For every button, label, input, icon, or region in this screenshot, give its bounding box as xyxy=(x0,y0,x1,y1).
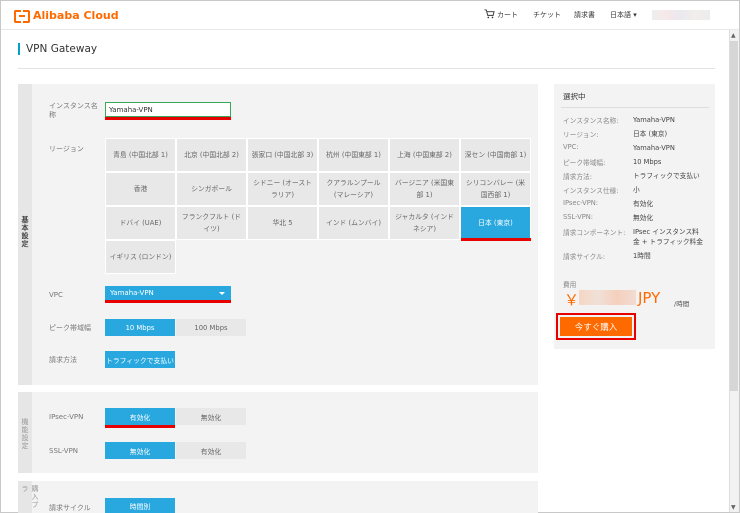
bandwidth-option-10[interactable]: 10 Mbps xyxy=(105,319,175,336)
region-option[interactable]: 上海 (中国東部 2) xyxy=(389,138,460,172)
billing-cycle-label: 請求サイクル xyxy=(49,504,91,512)
user-account-blurred[interactable] xyxy=(652,10,710,20)
purchase-plan-label: 購入プラ xyxy=(21,485,39,509)
region-option[interactable]: 杭州 (中国東部 1) xyxy=(318,138,389,172)
region-option[interactable]: シンガポール xyxy=(176,172,247,206)
price-blurred xyxy=(579,290,636,305)
ipsec-enable-button[interactable]: 有効化 xyxy=(105,408,175,425)
region-option[interactable]: 青島 (中国北部 1) xyxy=(105,138,176,172)
region-option[interactable]: 北京 (中国北部 2) xyxy=(176,138,247,172)
fee-label: 費用 xyxy=(563,281,577,289)
summary-key: VPC: xyxy=(563,143,579,151)
purchase-plan-panel xyxy=(18,481,538,513)
ipsec-disable-button[interactable]: 無効化 xyxy=(176,408,246,425)
ipsec-label: IPsec-VPN xyxy=(49,413,84,421)
logo-text: Alibaba Cloud xyxy=(33,9,119,22)
summary-key: インスタンス仕様: xyxy=(563,187,619,195)
region-option[interactable]: フランクフルト (ドイツ) xyxy=(176,206,247,240)
ssl-enable-button[interactable]: 有効化 xyxy=(176,442,246,459)
feature-settings-label: 機能設定 xyxy=(21,418,29,450)
basic-settings-label: 基本設定 xyxy=(21,216,29,248)
summary-value: トラフィックで支払い xyxy=(633,172,700,180)
region-option[interactable]: クアラルンプール (マレーシア) xyxy=(318,172,389,206)
nav-ticket[interactable]: チケット xyxy=(533,10,561,20)
region-option[interactable]: 張家口 (中国北部 3) xyxy=(247,138,318,172)
region-option[interactable]: シリコンバレー (米国西部 1) xyxy=(460,172,531,206)
scrollbar-thumb[interactable] xyxy=(730,41,738,391)
summary-key: ピーク帯域幅: xyxy=(563,159,606,167)
summary-value: 無効化 xyxy=(633,214,654,222)
scroll-down-arrow-icon[interactable]: ▼ xyxy=(731,504,736,511)
vpc-label: VPC xyxy=(49,291,63,299)
summary-key: 請求サイクル: xyxy=(563,253,606,261)
summary-key: 請求方法: xyxy=(563,173,593,181)
region-option[interactable]: シドニー (オーストラリア) xyxy=(247,172,318,206)
summary-value: 有効化 xyxy=(633,200,654,208)
summary-title: 選択中 xyxy=(563,92,586,101)
vpc-select-value: Yamaha-VPN xyxy=(110,289,154,297)
summary-key: インスタンス名称: xyxy=(563,117,619,125)
feature-settings-panel xyxy=(18,392,538,473)
logo-mark-icon xyxy=(14,10,30,23)
nav-invoice[interactable]: 請求書 xyxy=(574,10,595,20)
summary-key: リージョン: xyxy=(563,131,599,139)
price-per-hour: /時間 xyxy=(674,300,690,308)
alibaba-cloud-logo[interactable]: Alibaba Cloud xyxy=(14,9,119,23)
region-option[interactable]: 日本 (東京) xyxy=(460,206,531,240)
summary-value: 1時間 xyxy=(633,252,651,260)
instance-name-highlight xyxy=(105,117,231,120)
currency-symbol: ￥ xyxy=(564,291,580,309)
ssl-label: SSL-VPN xyxy=(49,447,79,455)
region-option[interactable]: 香港 xyxy=(105,172,176,206)
page-title: VPN Gateway xyxy=(18,43,97,55)
summary-value: Yamaha-VPN xyxy=(633,144,675,152)
ipsec-highlight xyxy=(105,425,175,428)
region-option[interactable]: イギリス (ロンドン) xyxy=(105,240,176,274)
instance-name-input[interactable]: Yamaha-VPN xyxy=(105,102,231,117)
instance-name-label: インスタンス名称 xyxy=(49,102,98,119)
chevron-down-icon xyxy=(219,292,225,295)
summary-value: IPsec インスタンス料金 + トラフィック料金 xyxy=(633,228,703,246)
summary-value: 日本 (東京) xyxy=(633,130,668,138)
summary-value: 10 Mbps xyxy=(633,158,662,166)
nav-language[interactable]: 日本語 ▾ xyxy=(610,10,637,20)
buy-now-button[interactable]: 今すぐ購入 xyxy=(560,317,632,336)
nav-cart[interactable]: カート xyxy=(497,10,518,20)
summary-key: SSL-VPN: xyxy=(563,213,593,221)
region-option[interactable]: 华北 5 xyxy=(247,206,318,240)
price-unit: JPY xyxy=(638,289,661,307)
bandwidth-option-100[interactable]: 100 Mbps xyxy=(176,319,246,336)
summary-divider xyxy=(561,107,709,108)
title-divider xyxy=(18,68,715,69)
summary-key: 請求コンポーネント: xyxy=(563,229,626,237)
region-option[interactable]: ドバイ (UAE) xyxy=(105,206,176,240)
vpc-select[interactable]: Yamaha-VPN xyxy=(105,286,231,300)
region-option[interactable]: ジャカルタ (インドネシア) xyxy=(389,206,460,240)
summary-key: IPsec-VPN: xyxy=(563,199,599,207)
ssl-disable-button[interactable]: 無効化 xyxy=(105,442,175,459)
summary-value: Yamaha-VPN xyxy=(633,116,675,124)
region-highlight xyxy=(461,238,531,241)
region-grid: 青島 (中国北部 1) 北京 (中国北部 2) 張家口 (中国北部 3) 杭州 (中国… xyxy=(105,138,532,274)
summary-value: 小 xyxy=(633,186,640,194)
billing-cycle-hourly-button[interactable]: 時間別 xyxy=(105,498,175,513)
billing-method-label: 請求方法 xyxy=(49,356,77,364)
region-label: リージョン xyxy=(49,145,84,153)
buy-now-highlight: 今すぐ購入 xyxy=(556,313,636,340)
region-option[interactable]: バージニア (米国東部 1) xyxy=(389,172,460,206)
vpc-highlight xyxy=(105,300,231,303)
region-option[interactable]: 深セン (中国南部 1) xyxy=(460,138,531,172)
scroll-up-arrow-icon[interactable]: ▲ xyxy=(731,32,736,39)
region-option[interactable]: インド (ムンバイ) xyxy=(318,206,389,240)
bandwidth-label: ピーク帯域幅 xyxy=(49,324,91,332)
cart-icon[interactable] xyxy=(484,9,495,19)
billing-method-option[interactable]: トラフィックで支払い xyxy=(105,351,175,368)
